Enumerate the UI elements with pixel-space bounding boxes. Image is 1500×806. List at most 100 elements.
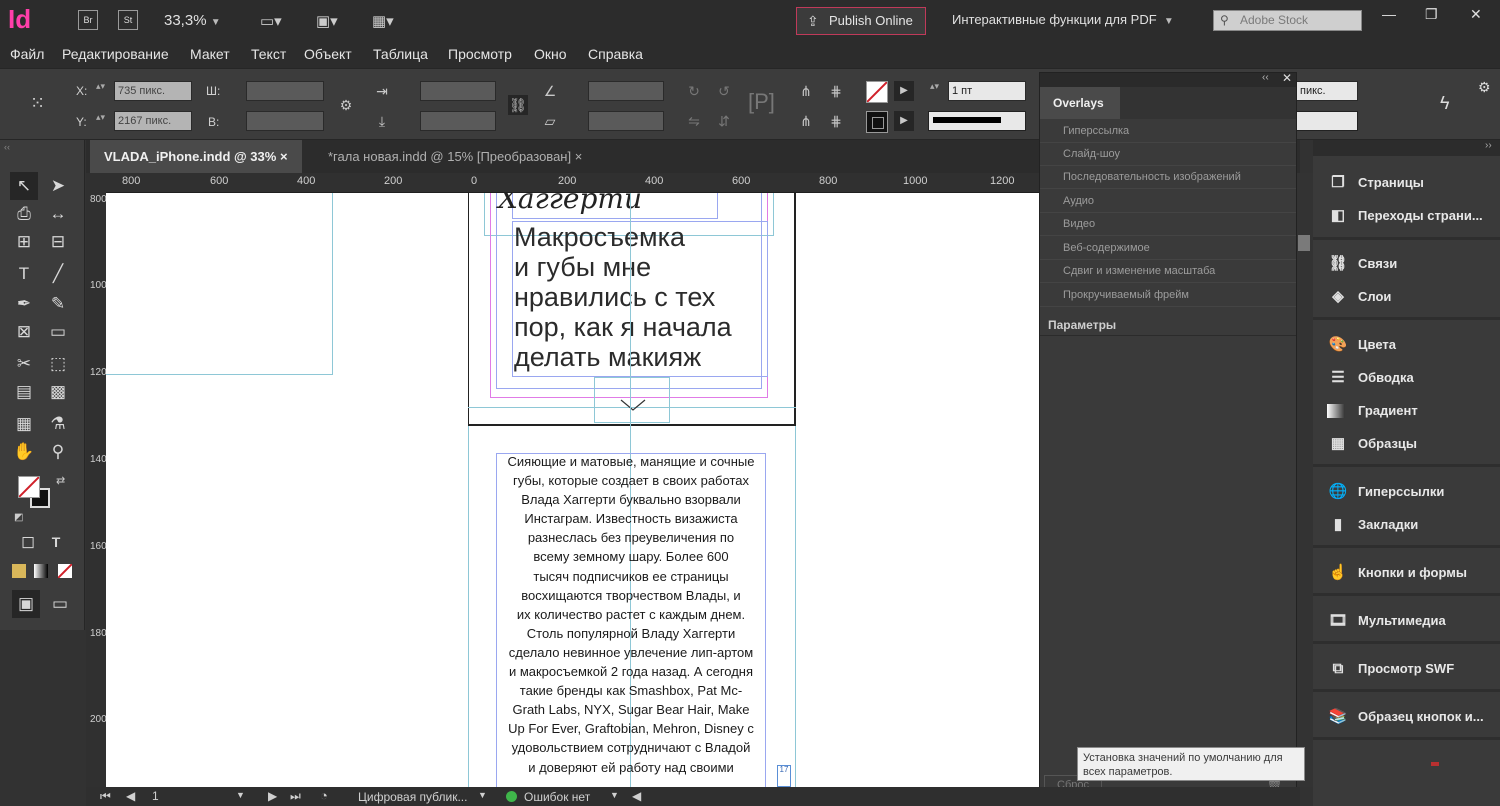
overlays-tab[interactable]: Overlays (1040, 87, 1120, 119)
page-number[interactable]: 1 (152, 789, 159, 803)
select-content-icon[interactable]: ⋕ (826, 81, 846, 101)
fill-stroke-swatches[interactable] (18, 476, 50, 508)
apply-gradient-icon[interactable] (34, 564, 48, 578)
next-page-icon[interactable]: ▶ (268, 789, 277, 803)
stock-button[interactable]: St (118, 10, 138, 30)
stroke-weight-field[interactable]: 1 пт (948, 81, 1026, 101)
content-collector-icon[interactable]: ⊞ (10, 228, 38, 256)
dock-titlebar[interactable]: ›› (1313, 140, 1500, 156)
pencil-tool-icon[interactable]: ✎ (44, 290, 72, 318)
publish-online-button[interactable]: ⇪ Publish Online (796, 7, 926, 35)
line-tool-icon[interactable]: ╱ (44, 260, 72, 288)
gradient-swatch-tool-icon[interactable]: ▤ (10, 378, 38, 406)
zoom-level[interactable]: 33,3% ▼ (164, 12, 221, 29)
chevron-down-icon[interactable]: ▼ (610, 790, 619, 800)
scale-x-field[interactable] (420, 81, 496, 101)
shear-field[interactable] (588, 111, 664, 131)
overlay-item-scrollable-frame[interactable]: Прокручиваемый фрейм (1040, 284, 1296, 307)
x-stepper-icon[interactable]: ▴▾ (96, 81, 105, 92)
chevron-down-icon[interactable]: ▼ (478, 790, 487, 800)
normal-view-icon[interactable]: ▣ (12, 590, 40, 618)
scroll-left-icon[interactable]: ◀ (632, 789, 641, 803)
arrow-button-frame[interactable] (594, 377, 670, 423)
eyedropper-tool-icon[interactable]: ⚗ (44, 410, 72, 438)
scrollbar-thumb[interactable] (1298, 235, 1310, 251)
pen-tool-icon[interactable]: ✒ (10, 290, 38, 318)
first-page-icon[interactable]: ⏮ (100, 789, 111, 804)
vertical-ruler[interactable]: 800 1000 1200 1400 1600 1800 2000 (86, 193, 112, 787)
collapse-icon[interactable]: ‹‹ (1262, 72, 1269, 83)
flip-h-icon[interactable]: ⇋ (684, 111, 704, 131)
panel-stroke[interactable]: ☰ Обводка (1313, 364, 1500, 392)
swap-fill-stroke-icon[interactable]: ⇄ (56, 474, 65, 487)
formatting-text-icon[interactable]: T (42, 528, 70, 556)
apply-none-icon[interactable] (57, 563, 73, 579)
overset-port[interactable]: 17 (777, 765, 791, 787)
prev-page-icon[interactable]: ◀ (126, 789, 135, 803)
link-scale-icon[interactable]: ⛓ (508, 95, 528, 115)
preflight-profile-icon[interactable]: ◔ (320, 788, 328, 803)
menu-view[interactable]: Просмотр (448, 46, 512, 62)
menu-layout[interactable]: Макет (190, 46, 230, 62)
panel-sample-buttons[interactable]: 📚 Образец кнопок и... (1313, 703, 1500, 731)
y-stepper-icon[interactable]: ▴▾ (96, 112, 105, 123)
select-container-icon[interactable]: ⋔ (796, 81, 816, 101)
panel-swf-preview[interactable]: ⧉ Просмотр SWF (1313, 655, 1500, 683)
vertical-scrollbar[interactable] (1296, 173, 1313, 787)
minimize-icon[interactable]: — (1382, 6, 1396, 22)
screen-mode-icon[interactable]: ▣▾ (316, 12, 338, 30)
rotate-cw-icon[interactable]: ↻ (684, 81, 704, 101)
overlay-item-video[interactable]: Видео (1040, 213, 1296, 236)
rotate-field[interactable] (588, 81, 664, 101)
default-fill-stroke-icon[interactable]: ◩ (14, 512, 23, 523)
panel-swatches[interactable]: ▦ Образцы (1313, 430, 1500, 458)
panel-color[interactable]: 🎨 Цвета (1313, 331, 1500, 359)
menu-help[interactable]: Справка (588, 46, 643, 62)
errors-label[interactable]: Ошибок нет (524, 790, 590, 804)
restore-icon[interactable]: ❐ (1425, 6, 1438, 23)
stroke-type-select[interactable] (928, 111, 1026, 131)
menu-table[interactable]: Таблица (373, 46, 428, 62)
rectangle-tool-icon[interactable]: ▭ (44, 318, 72, 346)
bridge-button[interactable]: Br (78, 10, 98, 30)
page-tool-icon[interactable]: ⎙ (10, 200, 38, 228)
overlay-item-image-sequence[interactable]: Последовательность изображений (1040, 166, 1296, 189)
panel-hyperlinks[interactable]: 🌐 Гиперссылки (1313, 478, 1500, 506)
view-options-icon[interactable]: ▭▾ (260, 12, 282, 30)
menu-object[interactable]: Объект (304, 46, 352, 62)
collapse-icon[interactable]: ‹‹ (4, 142, 10, 152)
overlay-item-slideshow[interactable]: Слайд-шоу (1040, 143, 1296, 166)
overlay-item-hyperlink[interactable]: Гиперссылка (1040, 120, 1296, 143)
direct-selection-tool-icon[interactable]: ➤ (44, 172, 72, 200)
adobe-stock-search[interactable]: ⚲ Adobe Stock (1213, 10, 1362, 31)
close-icon[interactable]: × (280, 149, 288, 164)
gap-tool-icon[interactable]: ↔ (44, 200, 72, 228)
content-placer-icon[interactable]: ⊟ (44, 228, 72, 256)
workspace-switcher[interactable]: Интерактивные функции для PDF ▼ (952, 12, 1174, 27)
last-page-icon[interactable]: ⏭ (290, 789, 301, 804)
expand-icon[interactable]: ›› (1485, 140, 1492, 151)
panel-page-transitions[interactable]: ◧ Переходы страни... (1313, 202, 1500, 230)
fill-swatch[interactable] (866, 81, 888, 103)
menu-window[interactable]: Окно (534, 46, 567, 62)
free-transform-tool-icon[interactable]: ⬚ (44, 350, 72, 378)
quick-apply-icon[interactable]: ϟ (1440, 93, 1450, 114)
gear-icon[interactable]: ⚙ (1478, 79, 1491, 96)
scale-y-field[interactable] (420, 111, 496, 131)
width-field[interactable] (246, 81, 324, 101)
select-next-icon[interactable]: ⋕ (826, 111, 846, 131)
panel-links[interactable]: ⛓ Связи (1313, 250, 1500, 278)
constrain-proportions-icon[interactable]: ⚙ (336, 95, 356, 115)
menu-edit[interactable]: Редактирование (62, 46, 169, 62)
x-field[interactable]: 735 пикс. (114, 81, 192, 101)
scissors-tool-icon[interactable]: ✂ (10, 350, 38, 378)
tab-vlada-iphone[interactable]: VLADA_iPhone.indd @ 33% × (90, 140, 302, 173)
apply-color-icon[interactable] (12, 564, 26, 578)
chevron-down-icon[interactable]: ▼ (236, 790, 245, 800)
panel-buttons-forms[interactable]: ☝ Кнопки и формы (1313, 559, 1500, 587)
panel-titlebar[interactable]: ‹‹ ✕ (1040, 71, 1296, 87)
profile-label[interactable]: Цифровая публик... (358, 790, 467, 804)
panel-gradient[interactable]: Градиент (1313, 397, 1500, 425)
right-field[interactable]: пикс. (1296, 81, 1358, 101)
close-icon[interactable]: ✕ (1470, 6, 1482, 23)
